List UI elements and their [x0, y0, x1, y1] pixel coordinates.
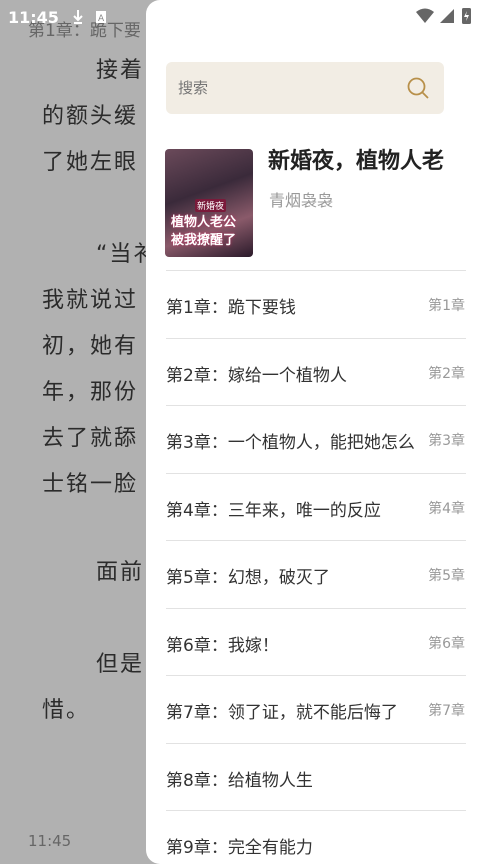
book-cover: 新婚夜 植物人老公 被我撩醒了 [165, 149, 253, 257]
status-system-icons [414, 6, 476, 26]
chapter-title: 第5章：幻想，破灭了 [166, 568, 330, 588]
status-time: 11:45 [8, 8, 59, 27]
chapter-drawer: 新婚夜 植物人老公 被我撩醒了 新婚夜，植物人老 青烟袅袅 第1章：跪下要钱 第… [146, 0, 486, 864]
reader-line: 了她左眼 [42, 150, 139, 175]
chapter-number: 第1章 [428, 298, 465, 314]
status-notification-icons: A [72, 8, 112, 30]
reader-line: 接着 [96, 58, 145, 83]
reader-line: 惜。 [42, 698, 91, 723]
chapter-title: 第3章：一个植物人，能把她怎么 [166, 433, 415, 453]
reader-line: 年，那份 [42, 380, 139, 405]
book-info[interactable]: 新婚夜 植物人老公 被我撩醒了 新婚夜，植物人老 青烟袅袅 [165, 149, 465, 259]
chapter-title: 第1章：跪下要钱 [166, 298, 296, 318]
chapter-item[interactable]: 第7章：领了证，就不能后悔了 第7章 [166, 676, 466, 743]
chapter-number: 第6章 [428, 636, 465, 652]
chapter-title: 第4章：三年来，唯一的反应 [166, 501, 381, 521]
chapter-number: 第5章 [428, 568, 465, 584]
chapter-title: 第6章：我嫁！ [166, 636, 279, 656]
search-input[interactable] [178, 79, 398, 97]
book-author: 青烟袅袅 [269, 191, 334, 210]
cover-title-line1: 植物人老公 [171, 215, 237, 230]
chapter-title: 第8章：给植物人生 [166, 771, 313, 791]
chapter-number: 第7章 [428, 703, 465, 719]
chapter-number: 第4章 [428, 501, 465, 517]
chapter-item[interactable]: 第1章：跪下要钱 第1章 [166, 271, 466, 338]
chapter-item[interactable]: 第5章：幻想，破灭了 第5章 [166, 541, 466, 608]
svg-text:A: A [98, 14, 105, 24]
cover-title-line2: 被我撩醒了 [171, 233, 237, 248]
chapter-item[interactable]: 第3章：一个植物人，能把她怎么 第3章 [166, 406, 466, 473]
chapter-number: 第3章 [428, 433, 465, 449]
chapter-title: 第9章：完全有能力 [166, 838, 313, 858]
reader-line: 面前 [96, 560, 145, 585]
chapter-item[interactable]: 第8章：给植物人生 [166, 744, 466, 811]
reader-line: 去了就舔 [42, 426, 139, 451]
reader-line: 的额头缓 [42, 104, 139, 129]
reader-line: 初，她有 [42, 334, 139, 359]
reader-bottom-time: 11:45 [28, 832, 72, 850]
download-icon: A [73, 10, 106, 24]
chapter-title: 第2章：嫁给一个植物人 [166, 366, 347, 386]
search-icon[interactable] [406, 76, 430, 100]
reader-line: 但是 [96, 652, 145, 677]
reader-line: 我就说过 [42, 288, 139, 313]
chapter-title: 第7章：领了证，就不能后悔了 [166, 703, 398, 723]
wifi-signal-battery-icon [416, 8, 471, 24]
chapter-number: 第2章 [428, 366, 465, 382]
chapter-item[interactable]: 第9章：完全有能力 [166, 811, 466, 864]
chapter-item[interactable]: 第4章：三年来，唯一的反应 第4章 [166, 474, 466, 541]
chapter-item[interactable]: 第2章：嫁给一个植物人 第2章 [166, 339, 466, 406]
search-box[interactable] [166, 62, 444, 114]
book-title: 新婚夜，植物人老 [268, 149, 445, 174]
chapter-item[interactable]: 第6章：我嫁！ 第6章 [166, 609, 466, 676]
reader-line: 士铭一脸 [42, 472, 139, 497]
